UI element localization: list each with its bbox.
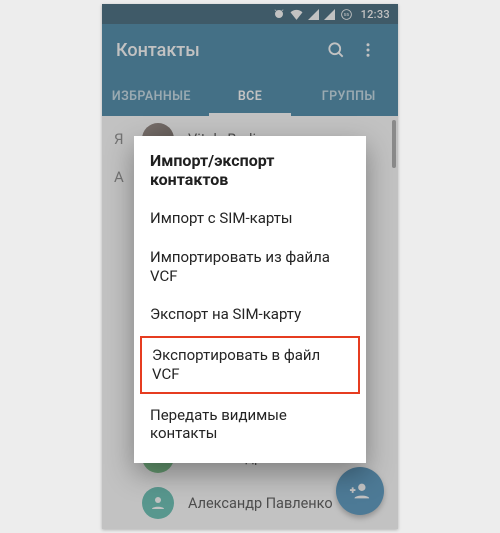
dialog-item-import-sim[interactable]: Импорт с SIM-карты [134, 199, 366, 238]
dialog-item-export-sim[interactable]: Экспорт на SIM-карту [134, 295, 366, 334]
dialog-title: Импорт/экспорт контактов [134, 151, 366, 199]
stage: 55 12:33 Контакты ИЗБРАННЫЕ ВСЕ ГРУППЫ Я… [0, 0, 500, 533]
dialog-item-export-vcf[interactable]: Экспортировать в файл VCF [140, 336, 360, 394]
dialog-item-share-visible[interactable]: Передать видимые контакты [134, 396, 366, 454]
import-export-dialog: Импорт/экспорт контактов Импорт с SIM-ка… [134, 136, 366, 463]
dialog-item-import-vcf[interactable]: Импортировать из файла VCF [134, 238, 366, 296]
phone-frame: 55 12:33 Контакты ИЗБРАННЫЕ ВСЕ ГРУППЫ Я… [102, 4, 398, 529]
